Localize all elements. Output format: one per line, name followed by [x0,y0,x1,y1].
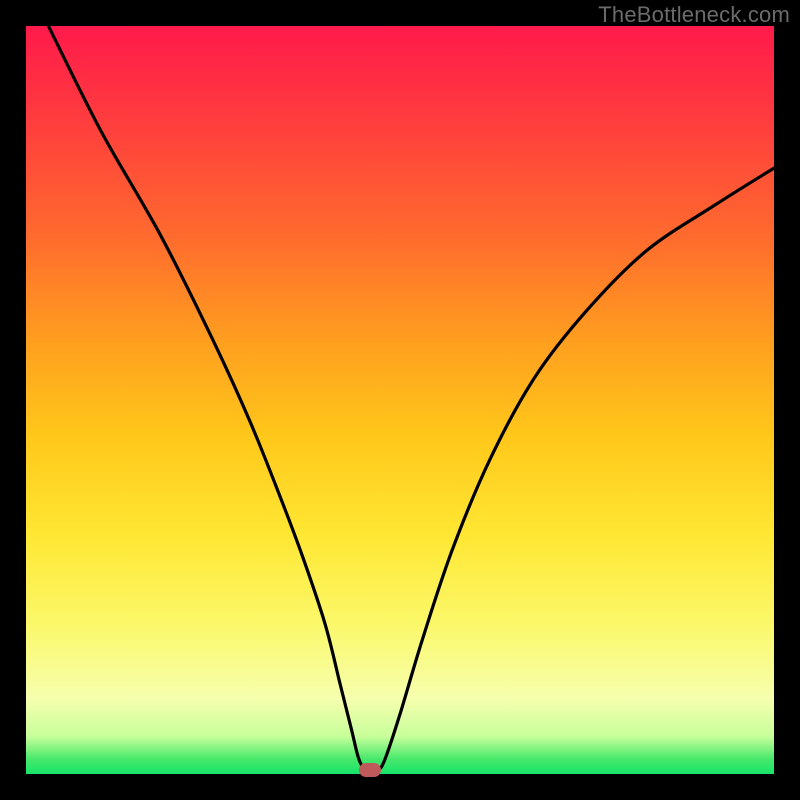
optimal-point-marker [359,763,381,777]
chart-frame: TheBottleneck.com [0,0,800,800]
watermark-text: TheBottleneck.com [598,2,790,28]
bottleneck-curve [26,26,774,774]
chart-plot-area [26,26,774,774]
